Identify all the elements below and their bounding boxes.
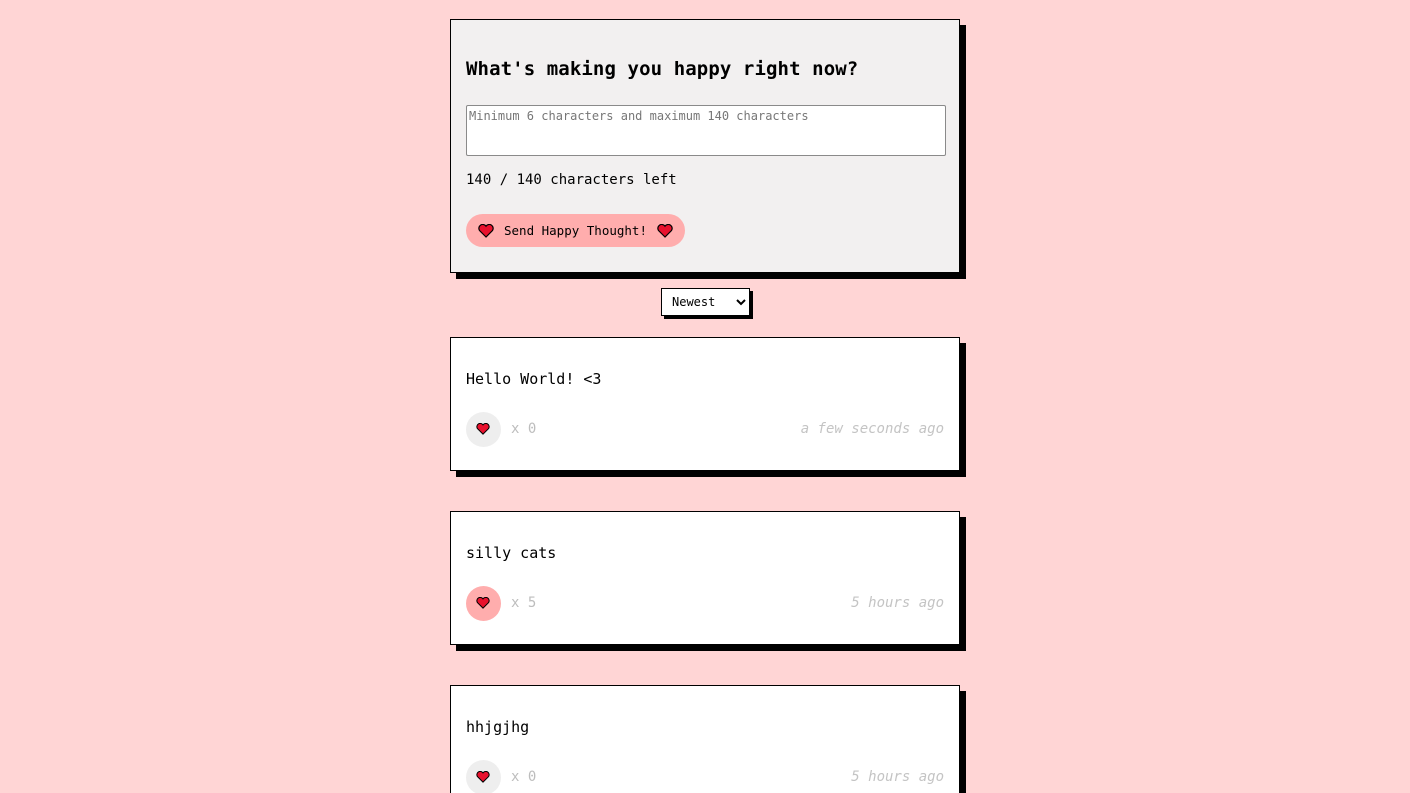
heart-icon bbox=[478, 223, 494, 238]
send-happy-thought-button[interactable]: Send Happy Thought! bbox=[466, 214, 685, 247]
thought-form: What's making you happy right now? 140 /… bbox=[450, 19, 960, 273]
thought-timestamp: 5 hours ago bbox=[851, 595, 944, 611]
thought-card: silly cats x 5 5 hours ago bbox=[450, 511, 960, 645]
thought-message: Hello World! <3 bbox=[466, 370, 602, 388]
like-button[interactable] bbox=[466, 760, 501, 793]
like-count: x 0 bbox=[511, 421, 537, 437]
thought-timestamp: 5 hours ago bbox=[851, 769, 944, 785]
thought-message: hhjgjhg bbox=[466, 718, 530, 736]
page: What's making you happy right now? 140 /… bbox=[0, 0, 1410, 793]
heart-icon bbox=[475, 422, 492, 437]
like-count: x 0 bbox=[511, 769, 537, 785]
sort-select[interactable]: Newest bbox=[661, 288, 750, 316]
send-button-label: Send Happy Thought! bbox=[504, 223, 647, 238]
heart-icon bbox=[475, 770, 492, 785]
thought-message: silly cats bbox=[466, 544, 557, 562]
heart-icon bbox=[657, 223, 673, 238]
thought-input[interactable] bbox=[466, 105, 946, 156]
heart-icon bbox=[475, 596, 492, 611]
like-button[interactable] bbox=[466, 412, 501, 447]
like-count: x 5 bbox=[511, 595, 537, 611]
like-button[interactable] bbox=[466, 586, 501, 621]
thought-card: hhjgjhg x 0 5 hours ago bbox=[450, 685, 960, 793]
thought-timestamp: a few seconds ago bbox=[800, 421, 944, 437]
thought-card: Hello World! <3 x 0 a few seconds ago bbox=[450, 337, 960, 471]
form-title: What's making you happy right now? bbox=[466, 58, 859, 80]
character-counter: 140 / 140 characters left bbox=[466, 172, 677, 188]
